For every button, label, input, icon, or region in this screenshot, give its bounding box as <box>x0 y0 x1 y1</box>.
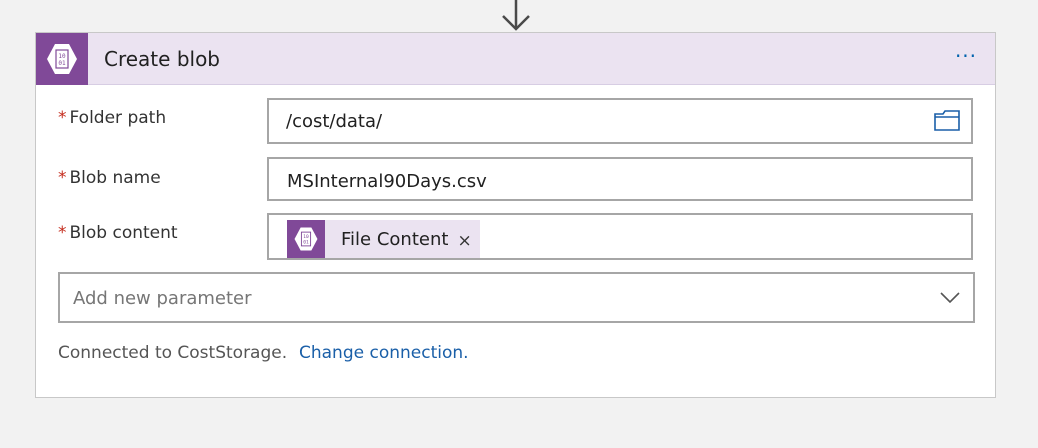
blob-name-label: * Blob name <box>58 168 161 188</box>
blob-storage-icon: 10 01 <box>36 33 88 85</box>
blob-content-label-text: Blob content <box>69 223 178 243</box>
blob-storage-icon: 10 01 <box>287 220 325 258</box>
blob-name-label-text: Blob name <box>69 168 161 188</box>
add-new-parameter-dropdown[interactable]: Add new parameter <box>58 272 975 323</box>
connection-status-text: Connected to CostStorage. <box>58 343 288 363</box>
blob-name-value: MSInternal90Days.csv <box>287 171 487 192</box>
token-remove-button[interactable]: × <box>457 231 471 251</box>
change-connection-link[interactable]: Change connection. <box>299 343 469 363</box>
file-content-token[interactable]: 10 01 File Content × <box>287 220 480 258</box>
required-marker: * <box>58 168 67 188</box>
folder-path-value: /cost/data/ <box>286 111 383 132</box>
token-label: File Content <box>341 228 449 250</box>
folder-path-label: * Folder path <box>58 108 166 128</box>
flow-connector-arrow-icon <box>502 0 530 31</box>
add-new-parameter-placeholder: Add new parameter <box>73 288 252 309</box>
more-options-button[interactable]: ··· <box>951 43 981 73</box>
svg-text:10: 10 <box>303 234 309 240</box>
blob-name-input[interactable]: MSInternal90Days.csv <box>267 157 973 201</box>
chevron-down-icon <box>940 292 960 304</box>
card-header[interactable]: 10 01 Create blob ··· <box>36 33 995 85</box>
blob-content-label: * Blob content <box>58 223 178 243</box>
blob-content-input[interactable]: 10 01 File Content × <box>267 213 973 260</box>
required-marker: * <box>58 223 67 243</box>
folder-icon <box>934 110 960 131</box>
svg-text:10: 10 <box>58 53 66 60</box>
card-title: Create blob <box>104 47 220 71</box>
required-marker: * <box>58 108 67 128</box>
svg-text:01: 01 <box>303 240 309 246</box>
folder-picker-button[interactable] <box>933 108 961 134</box>
folder-path-label-text: Folder path <box>69 108 167 128</box>
folder-path-input[interactable]: /cost/data/ <box>267 98 973 144</box>
svg-text:01: 01 <box>58 60 66 67</box>
create-blob-action-card: 10 01 Create blob ··· * Folder path /cost… <box>35 32 996 398</box>
